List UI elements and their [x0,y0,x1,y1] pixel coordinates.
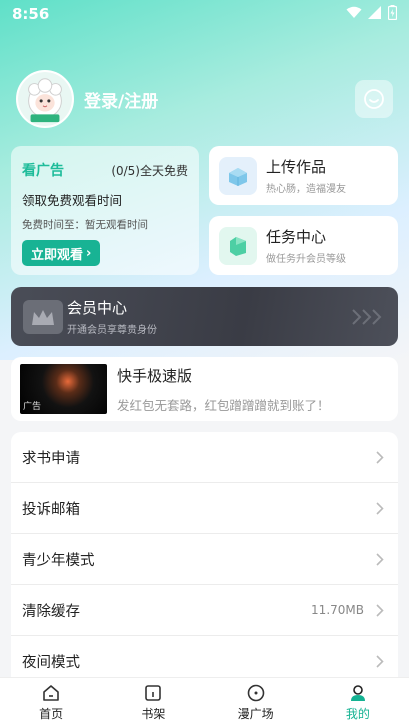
tab-label: 首页 [39,707,64,721]
vip-center-title: 会员中心 [67,299,128,317]
menu-item-label: 青少年模式 [22,552,95,569]
vip-center-banner[interactable]: 会员中心 开通会员享尊贵身份 [11,287,398,346]
upload-works-card[interactable]: 上传作品 热心肠，造福漫友 [209,146,398,205]
watch-now-arrow: › [86,245,92,261]
watch-ad-card: 看广告 (0/5)全天免费 领取免费观看时间 免费时间至：暂无观看时间 立即观看… [11,146,199,275]
tab-label: 书架 [141,707,166,721]
tab-bookshelf[interactable]: 书架 [102,678,204,727]
chevron-right-icon [376,655,386,669]
status-bar: 8:56 [0,0,409,28]
home-icon [43,685,59,701]
cache-size-value: 11.70MB [311,603,364,617]
settings-menu: 求书申请 投诉邮箱 青少年模式 清除缓存 11.70MB 夜间模式 [11,432,398,692]
tab-label: 漫广场 [237,707,274,721]
vip-arrows-icon [350,308,386,326]
menu-item-teen-mode[interactable]: 青少年模式 [11,534,398,585]
status-time: 8:56 [12,5,50,23]
tab-mine[interactable]: 我的 [307,678,409,727]
tab-label: 我的 [345,707,370,721]
chevron-right-icon [376,603,386,617]
ad-banner-title: 快手极速版 [117,366,193,385]
login-register-link[interactable]: 登录/注册 [84,87,355,112]
task-center-subtitle: 做任务升会员等级 [266,254,346,265]
profile-icon [350,685,365,701]
plaza-icon [247,684,264,702]
menu-item-label: 求书申请 [22,450,80,467]
upload-icon [219,156,257,195]
crown-icon [23,299,63,334]
tab-home[interactable]: 首页 [0,678,102,727]
menu-item-label: 投诉邮箱 [22,501,80,518]
ad-thumbnail: 广告 [20,364,107,414]
menu-item-clear-cache[interactable]: 清除缓存 11.70MB [11,585,398,636]
wifi-icon [346,5,362,23]
free-time-text: 免费时间至：暂无观看时间 [22,219,148,231]
menu-item-book-request[interactable]: 求书申请 [11,432,398,483]
battery-icon [387,4,398,24]
bottom-tab-bar: 首页 书架 漫广场 我的 [0,677,409,727]
ad-banner-subtitle: 发红包无套路，红包蹭蹭蹭就到账了！ [117,397,330,413]
sheep-avatar-icon [18,72,72,126]
ad-banner[interactable]: 广告 快手极速版 发红包无套路，红包蹭蹭蹭就到账了！ [11,357,398,421]
signal-icon [368,5,382,23]
upload-works-title: 上传作品 [266,158,327,176]
ad-description: 领取免费观看时间 [22,193,123,208]
profile-header: 登录/注册 [16,70,393,128]
chat-smile-icon [364,89,384,109]
task-icon [219,226,257,265]
task-center-card[interactable]: 任务中心 做任务升会员等级 [209,216,398,275]
avatar[interactable] [16,70,74,128]
bookshelf-icon [145,685,162,701]
menu-item-complaint-email[interactable]: 投诉邮箱 [11,483,398,534]
task-center-title: 任务中心 [266,228,327,246]
vip-center-subtitle: 开通会员享尊贵身份 [67,325,157,336]
ad-label: 广告 [23,402,42,412]
tab-plaza[interactable]: 漫广场 [205,678,307,727]
menu-item-label: 夜间模式 [22,655,80,671]
chevron-right-icon [376,450,386,464]
watch-now-label: 立即观看 [31,247,84,263]
status-icons [346,4,398,24]
message-button[interactable] [355,80,393,118]
chevron-right-icon [376,501,386,515]
ad-card-title: 看广告 [22,163,64,179]
ad-count: (0/5)全天免费 [111,164,188,178]
watch-now-button[interactable]: 立即观看 › [22,240,101,266]
menu-item-label: 清除缓存 [22,603,80,620]
chevron-right-icon [376,552,386,566]
upload-works-subtitle: 热心肠，造福漫友 [266,184,346,195]
